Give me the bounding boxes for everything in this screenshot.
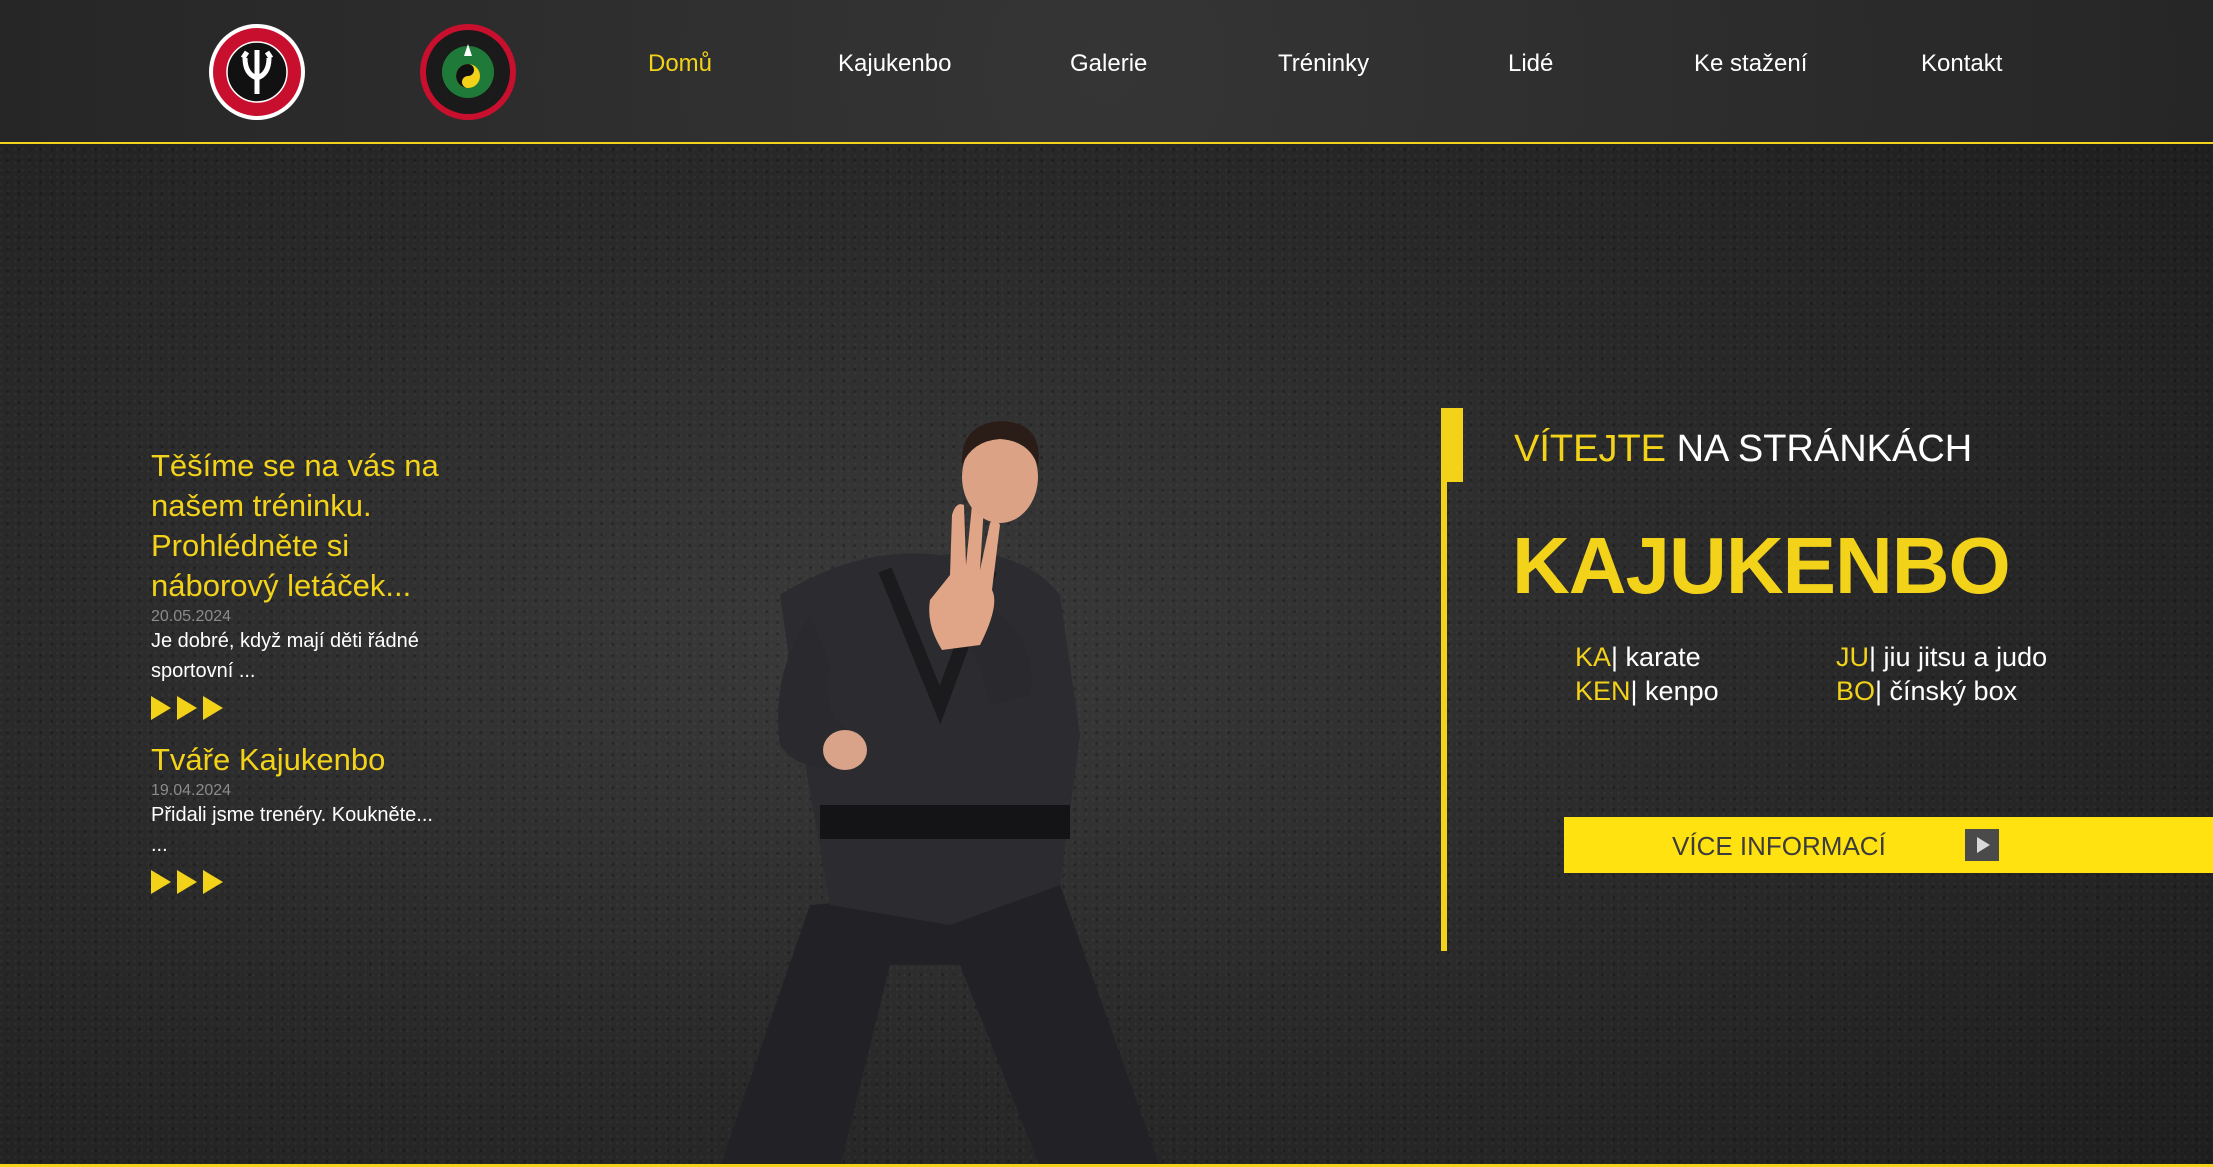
kajukenbo-self-defense-logo[interactable] (418, 22, 518, 122)
syllable-meaning: | karate (1611, 642, 1701, 672)
more-info-button[interactable]: VÍCE INFORMACÍ (1564, 817, 2213, 873)
syllable-key: KEN (1575, 676, 1631, 706)
syllable-meaning: | kenpo (1630, 676, 1719, 706)
arrow-right-icon (203, 870, 223, 894)
syllable-key: KA (1575, 642, 1612, 672)
nav-trainings[interactable]: Tréninky (1278, 50, 1369, 78)
news-date: 20.05.2024 (151, 608, 232, 625)
arrow-right-icon (203, 696, 223, 720)
play-icon (1965, 829, 1999, 861)
news-title[interactable]: Těšíme se na vás na našem tréninku. Proh… (151, 446, 451, 606)
welcome-yellow: VÍTEJTE (1514, 428, 1667, 470)
news-item: Tváře Kajukenbo 19.04.2024 Přidali jsme … (151, 740, 451, 894)
more-info-label: VÍCE INFORMACÍ (1672, 831, 1886, 861)
nav-downloads[interactable]: Ke stažení (1694, 50, 1807, 78)
kajukenbo-czech-dragons-logo[interactable] (207, 22, 307, 122)
syllable-meaning: | čínský box (1875, 676, 2018, 706)
arrow-right-icon (177, 870, 197, 894)
accent-bar-top (1441, 408, 1463, 482)
syllable-key: JU (1836, 642, 1869, 672)
syllable-bo: BO| čínský box (1836, 676, 2017, 707)
nav-home[interactable]: Domů (648, 50, 712, 78)
news-excerpt: Je dobré, když mají děti řádné sportovní… (151, 630, 419, 682)
syllable-ju: JU| jiu jitsu a judo (1836, 642, 2047, 673)
read-more-arrows[interactable] (151, 696, 451, 720)
syllable-ka: KA| karate (1575, 642, 1701, 673)
martial-artist-photo (720, 421, 1160, 1167)
read-more-arrows[interactable] (151, 870, 451, 894)
brand-title: KAJUKENBO (1512, 521, 2011, 610)
news-item: Těšíme se na vás na našem tréninku. Proh… (151, 446, 451, 720)
nav-gallery[interactable]: Galerie (1070, 50, 1147, 78)
nav-kajukenbo[interactable]: Kajukenbo (838, 50, 951, 78)
welcome-heading: VÍTEJTE NA STRÁNKÁCH (1514, 428, 1972, 471)
welcome-white: NA STRÁNKÁCH (1676, 428, 1973, 470)
syllable-meaning: | jiu jitsu a judo (1869, 642, 2048, 672)
news-date: 19.04.2024 (151, 782, 232, 799)
accent-bar (1441, 408, 1447, 951)
arrow-right-icon (177, 696, 197, 720)
arrow-right-icon (151, 696, 171, 720)
nav-contact[interactable]: Kontakt (1921, 50, 2002, 78)
nav-people[interactable]: Lidé (1508, 50, 1553, 78)
syllable-key: BO (1836, 676, 1876, 706)
news-title[interactable]: Tváře Kajukenbo (151, 740, 451, 780)
news-excerpt: Přidali jsme trenéry. Koukněte... ... (151, 804, 433, 856)
site-header: Domů Kajukenbo Galerie Tréninky Lidé Ke … (0, 0, 2213, 144)
syllable-ken: KEN| kenpo (1575, 676, 1719, 707)
arrow-right-icon (151, 870, 171, 894)
